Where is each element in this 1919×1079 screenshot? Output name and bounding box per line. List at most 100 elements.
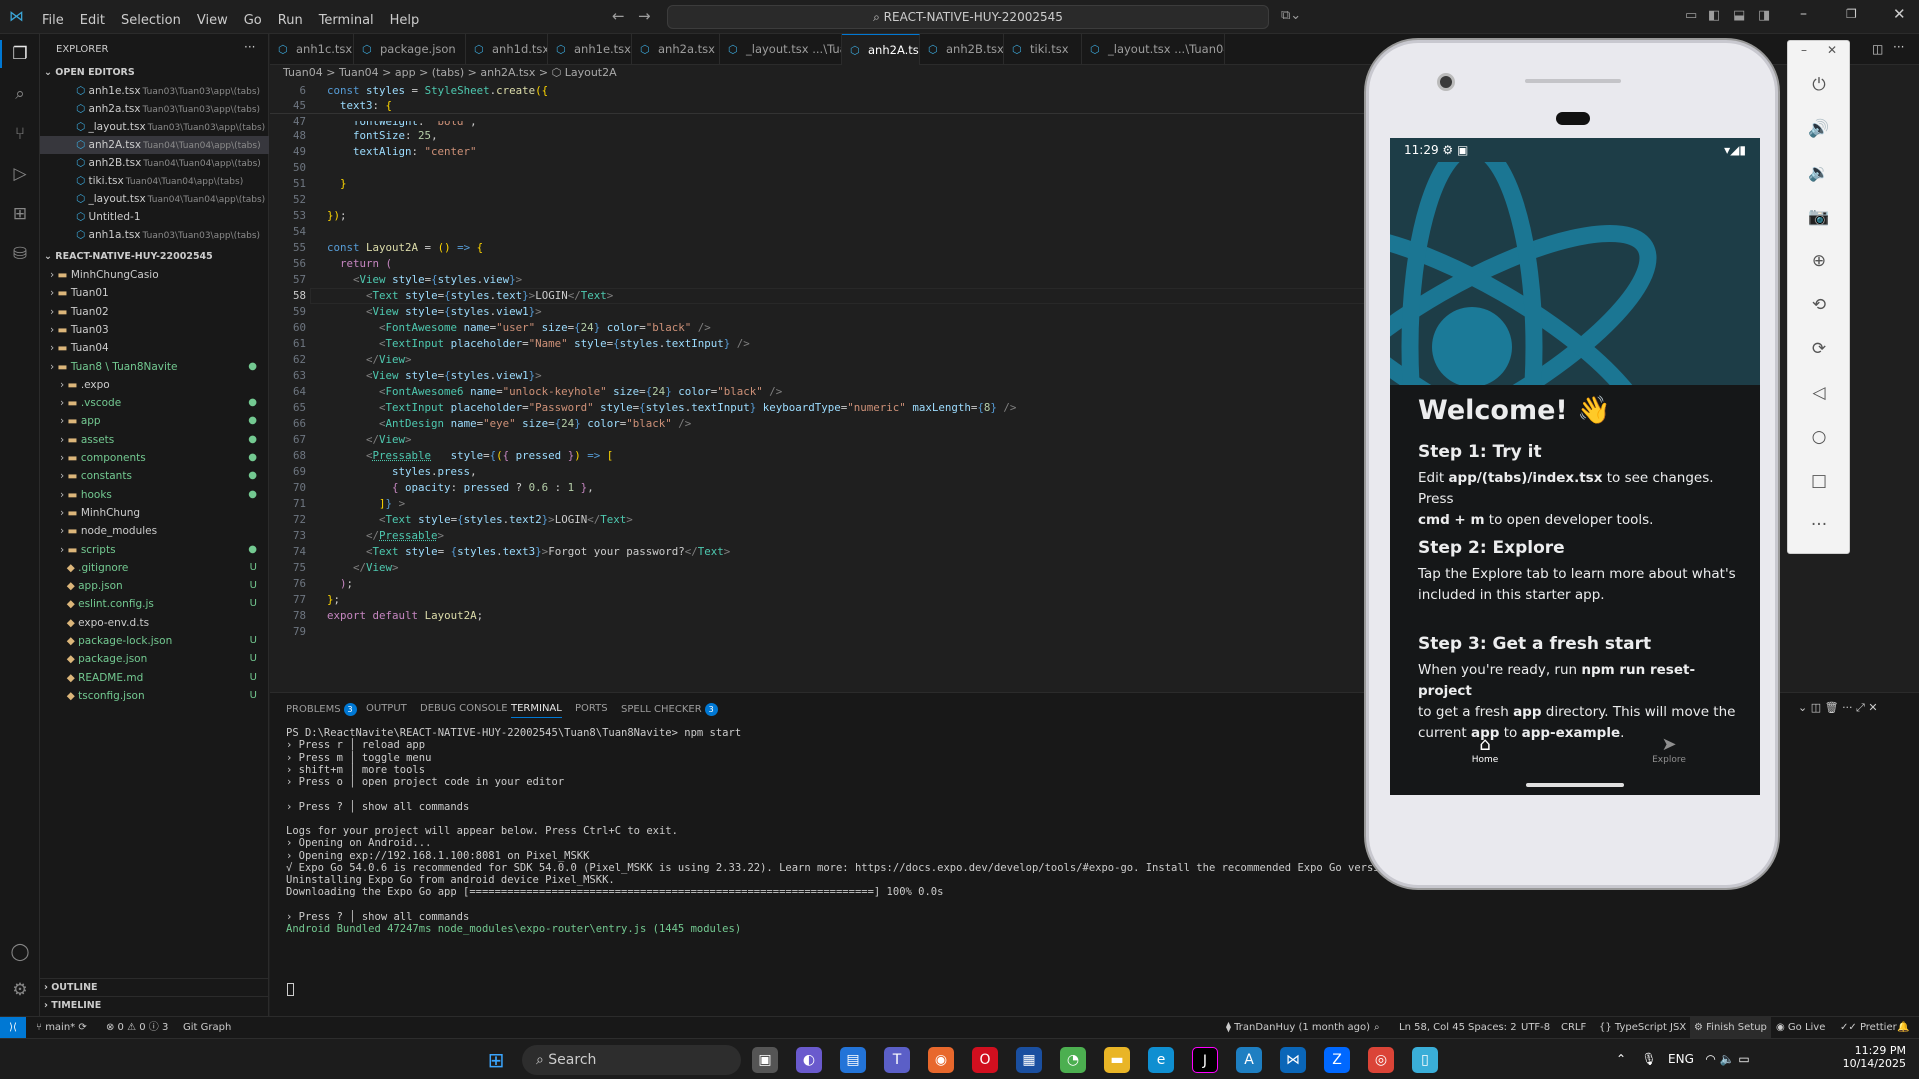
layout-icon[interactable]: ▭ (1685, 8, 1697, 23)
store-icon[interactable]: ▤ (840, 1047, 866, 1073)
open-editor-item[interactable]: ⬡ tiki.tsx Tuan04\Tuan04\app\(tabs) (40, 172, 269, 190)
home-circle-icon[interactable]: ○ (1807, 425, 1831, 449)
breadcrumb[interactable]: Tuan04 > Tuan04 > app > (tabs) > anh2A.t… (270, 65, 1370, 81)
gesture-bar[interactable] (1526, 783, 1624, 787)
camera-icon[interactable]: 📷 (1807, 205, 1831, 229)
battery-icon[interactable]: ▭ (1738, 1052, 1749, 1066)
editor-tab[interactable]: ⬡ anh1c.tsx (270, 34, 354, 65)
code-editor[interactable]: 6 const styles = StyleSheet.create({ 45 t… (270, 82, 1370, 692)
copilot-icon[interactable]: ⧉⌄ (1281, 8, 1301, 23)
editor-tab[interactable]: ⬡ anh1d.tsx (466, 34, 548, 65)
tree-item[interactable]: › ▬ .expo (40, 376, 269, 394)
prettier-status[interactable]: ✓✓ Prettier (1840, 1017, 1897, 1038)
tree-item[interactable]: ◆ eslint.config.js U (40, 595, 269, 613)
blame-status[interactable]: ⧫ TranDanHuy (1 month ago) (1226, 1017, 1370, 1038)
search-sidebar-icon[interactable]: ⌕ (8, 82, 32, 106)
opera-icon[interactable]: O (972, 1047, 998, 1073)
jetbrains-icon[interactable]: J (1192, 1047, 1218, 1073)
minimize-icon[interactable]: – (1800, 6, 1807, 22)
wifi-icon[interactable]: ◠ (1705, 1052, 1715, 1066)
chevron-up-icon[interactable]: ⌃ (1616, 1052, 1626, 1066)
editor-tab[interactable]: ⬡anh2A.tsx✕ (842, 34, 920, 65)
eol-status[interactable]: CRLF (1561, 1017, 1586, 1038)
vscode-taskbar-icon[interactable]: ⋈ (1280, 1047, 1306, 1073)
rotate-left-icon[interactable]: ⟲ (1807, 293, 1831, 317)
open-editor-item[interactable]: ⬡ Untitled-1 (40, 208, 269, 226)
menu-run[interactable]: Run (278, 13, 303, 28)
explorer-icon[interactable]: ❐ (8, 42, 32, 66)
copilot-app-icon[interactable]: ◐ (796, 1047, 822, 1073)
git-graph-status[interactable]: Git Graph (183, 1017, 231, 1038)
phone-screen[interactable]: 11:29 ⚙ ▣ ▾◢▮ Welcome! 👋 Step 1: Try it … (1390, 138, 1760, 795)
project-header[interactable]: ⌄ REACT-NATIVE-HUY-22002545 (40, 248, 269, 266)
tree-item[interactable]: › ▬ hooks ● (40, 486, 269, 504)
tree-item[interactable]: ◆ tsconfig.json U (40, 687, 269, 705)
cursor-position-status[interactable]: Ln 58, Col 45 (1399, 1017, 1465, 1038)
tab-terminal[interactable]: TERMINAL (511, 703, 562, 718)
command-center-search[interactable]: ⌕ REACT-NATIVE-HUY-22002545 (667, 5, 1269, 29)
tree-item[interactable]: › ▬ MinhChung (40, 504, 269, 522)
tree-item[interactable]: › ▬ MinhChungCasio (40, 266, 269, 284)
split-editor-icon[interactable]: ◫ (1872, 42, 1883, 56)
timeline-header[interactable]: › TIMELINE (40, 996, 269, 1014)
tree-item[interactable]: › ▬ Tuan8 \ Tuan8Navite ● (40, 358, 269, 376)
menu-selection[interactable]: Selection (121, 13, 181, 28)
problems-status[interactable]: ⊗ 0 ⚠ 0 ⓘ 3 (106, 1017, 168, 1038)
outline-header[interactable]: › OUTLINE (40, 978, 269, 996)
firefox-icon[interactable]: ◉ (928, 1047, 954, 1073)
menu-view[interactable]: View (197, 13, 228, 28)
more-actions-icon[interactable]: ··· (244, 40, 255, 54)
close-window-icon[interactable]: ✕ (1893, 5, 1906, 23)
more-tab-actions-icon[interactable]: ··· (1893, 40, 1904, 54)
tree-item[interactable]: ◆ .gitignore U (40, 559, 269, 577)
editor-tab[interactable]: ⬡ package.json (354, 34, 466, 65)
editor-tab[interactable]: ⬡ _layout.tsx ...\Tuan03\... (720, 34, 842, 65)
more-options-icon[interactable]: ··· (1807, 513, 1831, 537)
tree-item[interactable]: › ▬ components ● (40, 449, 269, 467)
language-indicator[interactable]: ENG (1668, 1052, 1694, 1066)
windows-start-icon[interactable]: ⊞ (483, 1047, 509, 1073)
mic-icon[interactable]: 🎙 (1641, 1052, 1656, 1066)
notifications-bell-icon[interactable]: 🔔 (1897, 1017, 1909, 1038)
open-editors-header[interactable]: ⌄ OPEN EDITORS (40, 64, 269, 82)
android-studio-icon[interactable]: A (1236, 1047, 1262, 1073)
encoding-status[interactable]: UTF-8 (1521, 1017, 1550, 1038)
open-editor-item[interactable]: ⬡ anh2B.tsx Tuan04\Tuan04\app\(tabs) (40, 154, 269, 172)
taskbar-search[interactable]: ⌕ Search (522, 1045, 741, 1075)
edge-icon[interactable]: e (1148, 1047, 1174, 1073)
tree-item[interactable]: › ▬ constants ● (40, 467, 269, 485)
chrome-icon[interactable]: ◎ (1368, 1047, 1394, 1073)
volume-up-icon[interactable]: 🔊 (1807, 117, 1831, 141)
settings-gear-icon[interactable]: ⚙ (8, 978, 32, 1002)
toggle-secondary-sidebar-icon[interactable]: ◨ (1758, 8, 1770, 23)
editor-tab[interactable]: ⬡ tiki.tsx (1004, 34, 1082, 65)
run-debug-icon[interactable]: ▷ (8, 162, 32, 186)
tree-item[interactable]: › ▬ Tuan01 (40, 284, 269, 302)
terminal-layout-icon[interactable]: ⌄ ◫ 🗑 ··· ⤢ ✕ (1798, 701, 1878, 715)
app-green-icon[interactable]: ◔ (1060, 1047, 1086, 1073)
toggle-sidebar-icon[interactable]: ◧ (1708, 8, 1720, 23)
open-editor-item[interactable]: ⬡ anh2A.tsx Tuan04\Tuan04\app\(tabs) (40, 136, 269, 154)
tree-item[interactable]: › ▬ app ● (40, 412, 269, 430)
zalo-icon[interactable]: Z (1324, 1047, 1350, 1073)
branch-status[interactable]: ⑂ main* ⟳ (36, 1017, 87, 1038)
menu-edit[interactable]: Edit (80, 13, 105, 28)
open-editor-item[interactable]: ⬡ anh1a.tsx Tuan03\Tuan03\app\(tabs) (40, 226, 269, 244)
tree-item[interactable]: › ▬ assets ● (40, 431, 269, 449)
tab-ports[interactable]: PORTS (575, 703, 608, 714)
open-editor-item[interactable]: ⬡ anh2a.tsx Tuan03\Tuan03\app\(tabs) (40, 100, 269, 118)
open-editor-item[interactable]: ⬡ anh1e.tsx Tuan03\Tuan03\app\(tabs) (40, 82, 269, 100)
go-live-status[interactable]: ◉ Go Live (1776, 1017, 1825, 1038)
tree-item[interactable]: ◆ package-lock.json U (40, 632, 269, 650)
menu-file[interactable]: File (42, 13, 64, 28)
rotate-right-icon[interactable]: ⟳ (1807, 337, 1831, 361)
tree-item[interactable]: › ▬ Tuan02 (40, 303, 269, 321)
tree-item[interactable]: › ▬ Tuan03 (40, 321, 269, 339)
tree-item[interactable]: › ▬ scripts ● (40, 541, 269, 559)
account-icon[interactable]: ◯ (8, 940, 32, 964)
overview-icon[interactable]: □ (1807, 469, 1831, 493)
back-arrow-icon[interactable]: ← (612, 7, 625, 25)
tab-spell-checker[interactable]: SPELL CHECKER 3 (621, 703, 718, 716)
remote-explorer-icon[interactable]: ⛁ (8, 242, 32, 266)
source-control-icon[interactable]: ⑂ (8, 122, 32, 146)
